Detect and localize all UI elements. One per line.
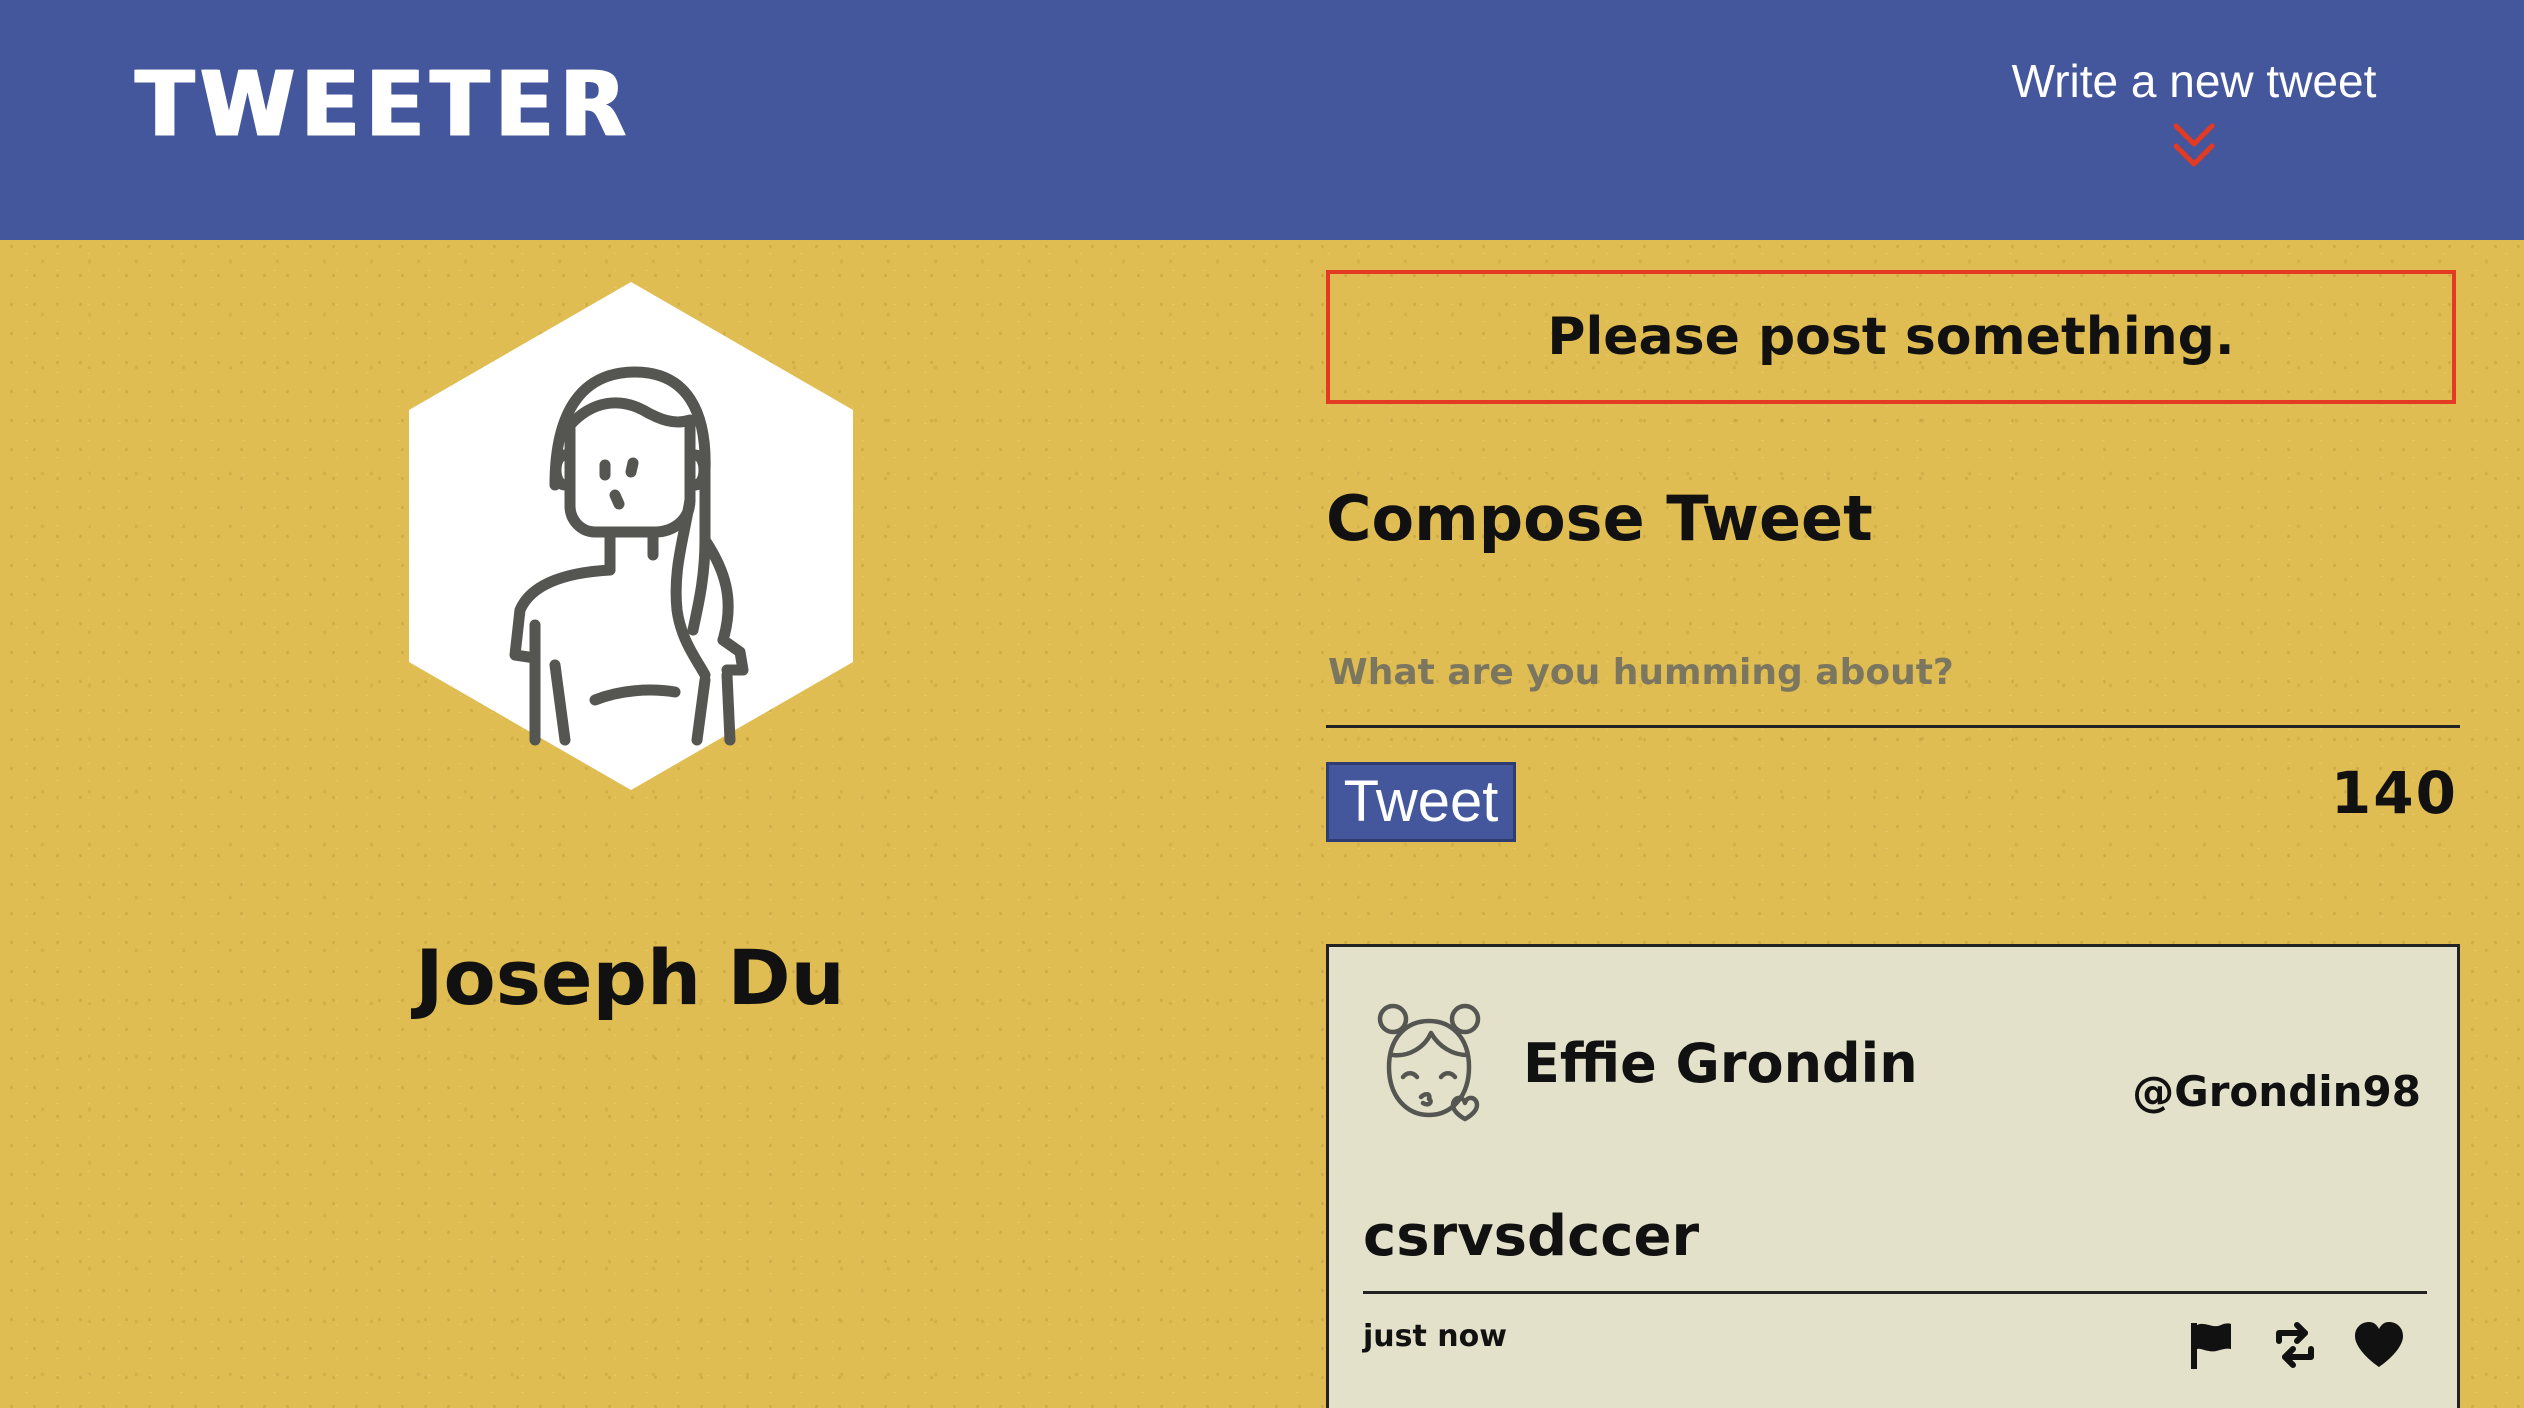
heart-icon[interactable]	[2351, 1317, 2407, 1373]
profile-name: Joseph Du	[415, 933, 845, 1022]
nav-bar: TWEETER Write a new tweet	[0, 0, 2524, 240]
tweet-card: Effie Grondin @Grondin98 csrvsdccer just…	[1326, 944, 2460, 1408]
error-message: Please post something.	[1326, 270, 2456, 404]
character-counter: 140	[2330, 759, 2458, 827]
tweet-author-handle: @Grondin98	[2132, 1067, 2421, 1116]
double-chevron-down-icon[interactable]	[2172, 122, 2216, 172]
tweet-author-name: Effie Grondin	[1523, 1032, 1918, 1095]
write-new-tweet-toggle[interactable]: Write a new tweet	[1984, 58, 2404, 172]
retweet-icon[interactable]	[2267, 1317, 2323, 1373]
write-new-tweet-label[interactable]: Write a new tweet	[1984, 58, 2404, 104]
tweet-content: csrvsdccer	[1363, 1209, 2427, 1294]
compose-title: Compose Tweet	[1326, 482, 1873, 555]
flag-icon[interactable]	[2183, 1317, 2239, 1373]
page: TWEETER Write a new tweet Joseph Du Plea…	[0, 0, 2524, 1408]
tweet-actions	[2183, 1317, 2407, 1373]
woman-avatar-icon	[409, 282, 853, 790]
tweet-submit-button[interactable]: Tweet	[1326, 762, 1516, 842]
tweet-text-input[interactable]	[1326, 620, 2460, 728]
app-logo[interactable]: TWEETER	[135, 60, 632, 150]
tweet-timestamp: just now	[1363, 1319, 1507, 1354]
girl-blowing-kiss-icon	[1377, 1003, 1481, 1122]
